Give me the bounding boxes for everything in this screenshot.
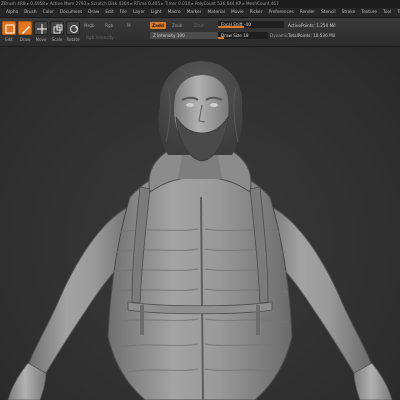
active-points: ActivePoints: 1.250 Mil [288, 23, 336, 28]
rgb-toggle[interactable]: Rgb [103, 22, 115, 29]
zsub-button[interactable]: Zsub [170, 22, 184, 29]
menu-item-marker[interactable]: Marker [187, 8, 202, 17]
menu-item-render[interactable]: Render [300, 8, 315, 17]
menu-item-file[interactable]: File [120, 8, 127, 17]
menu-item-alpha[interactable]: Alpha [6, 8, 18, 17]
mrgb-toggle[interactable]: Mrgb [82, 22, 97, 29]
focal-shift-slider[interactable]: Focal Shift -40 [218, 21, 284, 28]
menu-item-stencil[interactable]: Stencil [321, 8, 336, 17]
tool-rotate-label: Rotate [66, 37, 80, 42]
zcut-button[interactable]: Zcut [192, 22, 205, 29]
menu-item-edit[interactable]: Edit [105, 8, 113, 17]
rgb-intensity-slider[interactable]: Rgb Intensity [84, 34, 116, 41]
menu-item-color[interactable]: Color [43, 8, 54, 17]
menu-item-stroke[interactable]: Stroke [342, 8, 356, 17]
menu-item-light[interactable]: Light [151, 8, 162, 17]
menu-item-macro[interactable]: Macro [168, 8, 181, 17]
menu-item-brush[interactable]: Brush [24, 8, 36, 17]
total-points: TotalPoints: 10.536 Mil [288, 33, 336, 38]
menu-item-movie[interactable]: Movie [231, 8, 244, 17]
top-shelf: Edit Draw Move Scale Rotate Mrgb Rgb M Rgb I… [0, 18, 400, 47]
status-bar: ZBrush 4R8 ▸ 0.4958 ▸ Active Mem 2793 ▸ … [0, 0, 400, 8]
tool-rotate-button[interactable] [66, 21, 80, 35]
z-intensity-label: Z Intensity 100 [153, 33, 185, 38]
draw-size-label: Draw Size 18 [221, 33, 249, 38]
menu-item-tool[interactable]: Tool [383, 8, 391, 17]
menu-item-draw[interactable]: Draw [88, 8, 99, 17]
status-text: ZBrush 4R8 ▸ 0.4958 ▸ Active Mem 2793 ▸ … [1, 1, 279, 6]
menu-item-layer[interactable]: Layer [133, 8, 145, 17]
zadd-button[interactable]: Zadd [150, 22, 166, 29]
tool-edit-button[interactable] [2, 21, 16, 35]
menu-item-preferences[interactable]: Preferences [268, 8, 293, 17]
focal-shift-label: Focal Shift -40 [221, 22, 251, 27]
sculpt-model [7, 61, 393, 400]
menu-item-document[interactable]: Document [60, 8, 82, 17]
menu-item-material[interactable]: Material [207, 8, 224, 17]
tool-draw-button[interactable] [18, 21, 32, 35]
tool-scale-button[interactable] [50, 21, 64, 35]
z-intensity-slider[interactable]: Z Intensity 100 [150, 32, 218, 39]
m-toggle[interactable]: M [125, 22, 133, 29]
tool-move-button[interactable] [34, 21, 48, 35]
canvas-viewport[interactable] [0, 47, 400, 400]
menu-bar: Alpha Brush Color Document Draw Edit File Layer… [0, 8, 400, 18]
menu-item-texture[interactable]: Texture [361, 8, 377, 17]
draw-size-slider[interactable]: Draw Size 18 [218, 32, 268, 39]
menu-item-picker[interactable]: Picker [250, 8, 263, 17]
